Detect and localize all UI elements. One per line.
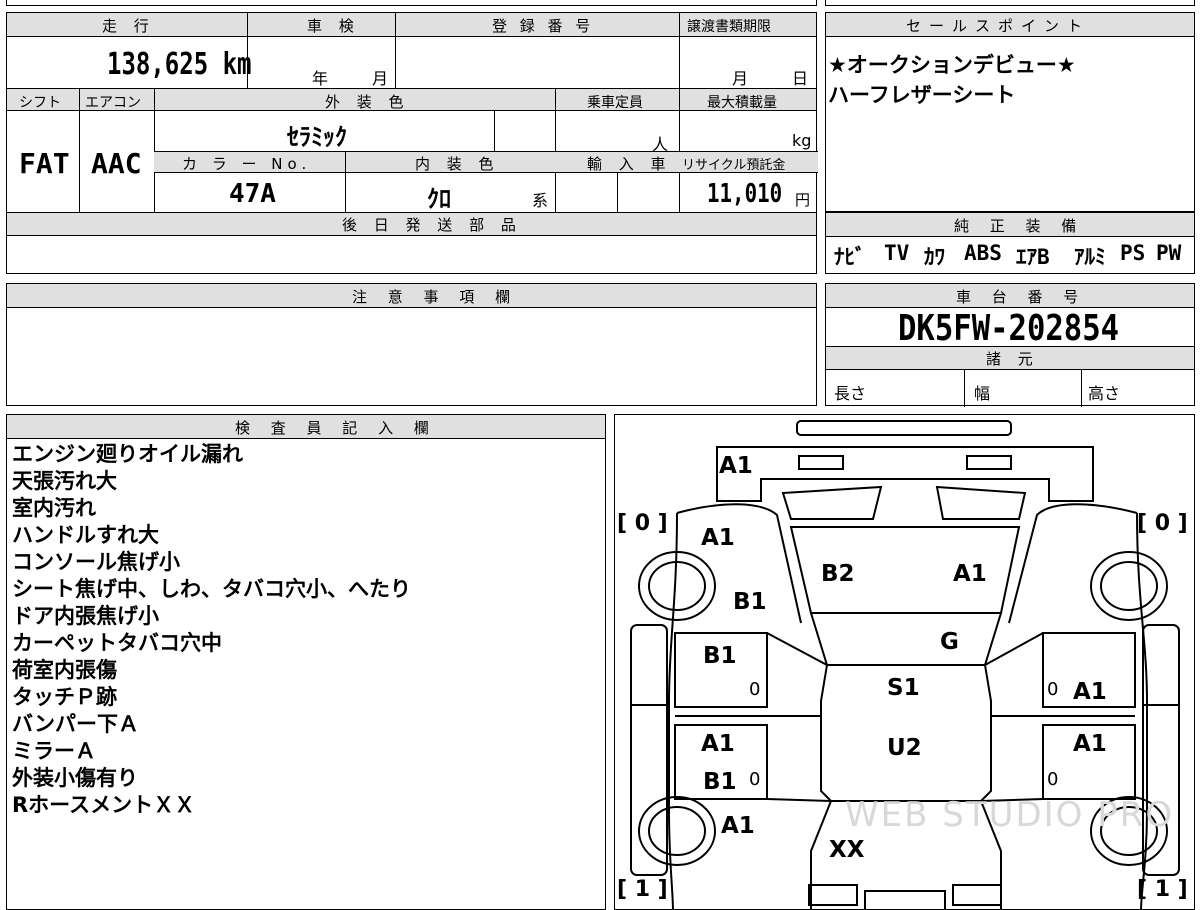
equipment-item: PS: [1120, 241, 1146, 265]
chassis-number: DK5FW-202854: [898, 308, 1120, 349]
interior-color-label: 内 装 色: [415, 155, 500, 173]
inspector-notes-box: 検 査 員 記 入 欄 エンジン廻りオイル漏れ 天張汚れ大 室内汚れ ハンドルす…: [6, 414, 606, 910]
transfer-month-unit: 月: [732, 69, 749, 88]
sales-point-label: セールスポイント: [906, 17, 1091, 35]
genuine-equipment-box: 純 正 装 備 ﾅﾋﾞ TV ｶﾜ ABS ｴｱB ｱﾙﾐ PS PW: [825, 212, 1195, 274]
top-cropped-row: [6, 0, 817, 6]
damage-door-rear-left: A1: [701, 731, 735, 757]
inspection-note: ハンドルすれ大: [12, 523, 159, 547]
damage-quarter-rear-left: A1: [721, 813, 755, 839]
recycle-deposit-value: 11,010: [707, 179, 783, 209]
equipment-item: ﾅﾋﾞ: [834, 245, 866, 269]
ac-value: AAC: [91, 147, 142, 180]
registration-label: 登 録 番 号: [492, 17, 595, 35]
shift-value: FAT: [19, 147, 70, 180]
equipment-item: ABS: [964, 241, 1002, 265]
caution-box: 注 意 事 項 欄: [6, 283, 817, 406]
damage-door-front-left: B1: [703, 643, 737, 669]
inspection-note: 外装小傷有り: [12, 766, 138, 790]
equipment-item: TV: [884, 241, 910, 265]
diagram-watermark: WEB STUDIO PRO: [845, 795, 1175, 835]
inspection-note: タッチＰ跡: [12, 685, 117, 709]
ac-label: エアコン: [85, 95, 141, 111]
equipment-item: PW: [1156, 241, 1182, 265]
inspection-label: 車 検: [307, 17, 360, 35]
inspection-note: バンパー下Ａ: [12, 712, 140, 736]
damage-hood-left: B2: [821, 561, 855, 587]
inspection-note: RホースメントＸＸ: [12, 793, 196, 817]
tire-tread-front-right: [ 0 ]: [1137, 511, 1188, 536]
capacity-label: 乗車定員: [587, 95, 643, 111]
inspection-month-unit: 月: [372, 69, 389, 88]
interior-color-suffix: 系: [532, 191, 549, 210]
inspection-note: ドア内張焦げ小: [12, 604, 159, 628]
damage-front-fender-left-lower: B1: [733, 589, 767, 615]
chassis-label: 車 台 番 号: [956, 288, 1087, 306]
shift-label: シフト: [19, 95, 61, 111]
inspection-note: 荷室内張傷: [12, 658, 117, 682]
equipment-item: ｶﾜ: [924, 245, 945, 269]
caution-label: 注 意 事 項 欄: [352, 288, 519, 306]
color-no-value: 47A: [229, 179, 276, 209]
top-cropped-right: [825, 0, 1195, 6]
max-load-label: 最大積載量: [707, 95, 777, 111]
color-no-label: カ ラ ー No.: [182, 155, 312, 173]
mileage-value: 138,625 km: [107, 47, 252, 82]
damage-trunk: XX: [829, 837, 865, 863]
recycle-deposit-unit: 円: [795, 191, 811, 209]
inspection-note: 室内汚れ: [12, 496, 96, 520]
tire-tread-front-left: [ 0 ]: [617, 511, 668, 536]
sales-point-box: セールスポイント ★オークションデビュー★ ハーフレザーシート: [825, 12, 1195, 212]
chassis-box: 車 台 番 号 DK5FW-202854 諸 元 長さ 幅 高さ: [825, 283, 1195, 407]
inspection-note: エンジン廻りオイル漏れ: [12, 442, 243, 466]
tire-tread-rear-left: [ 1 ]: [617, 877, 668, 902]
car-damage-diagram: WEB STUDIO PRO [ 0 ] [ 0 ] [ 1 ] [ 1 ] A…: [614, 414, 1195, 910]
sales-point-line-1: ★オークションデビュー★: [828, 53, 1076, 77]
equipment-item: ｴｱB: [1016, 245, 1050, 269]
inspection-note: カーペットタバコ穴中: [12, 631, 222, 655]
sales-point-line-2: ハーフレザーシート: [828, 83, 1016, 107]
inspection-note: シート焦げ中、しわ、タバコ穴小、へたり: [12, 577, 411, 601]
damage-door-rear-right-zero: 0: [1047, 769, 1059, 790]
width-label: 幅: [974, 384, 991, 403]
inspection-year-unit: 年: [312, 69, 329, 88]
height-label: 高さ: [1088, 384, 1121, 403]
exterior-color-label: 外 装 色: [325, 93, 410, 111]
damage-hood-right: A1: [953, 561, 987, 587]
damage-roof-front: S1: [887, 675, 920, 701]
damage-door-front-left-zero: 0: [749, 679, 761, 700]
import-label: 輸 入 車: [587, 155, 672, 173]
inspector-notes-label: 検 査 員 記 入 欄: [235, 419, 437, 437]
tire-tread-rear-right: [ 1 ]: [1137, 877, 1188, 902]
damage-front-bumper: A1: [719, 453, 753, 479]
mileage-label: 走 行: [102, 17, 155, 35]
transfer-deadline-label: 譲渡書類期限: [687, 19, 771, 35]
length-label: 長さ: [834, 384, 867, 403]
later-parts-label: 後 日 発 送 部 品: [342, 216, 522, 234]
damage-door-rear-left-zero: 0: [749, 769, 761, 790]
genuine-equipment-label: 純 正 装 備: [954, 217, 1085, 235]
damage-door-rear-right: A1: [1073, 731, 1107, 757]
damage-door-rear-left-lower: B1: [703, 769, 737, 795]
damage-windshield: G: [940, 629, 959, 655]
damage-door-front-right: A1: [1073, 679, 1107, 705]
transfer-day-unit: 日: [792, 69, 809, 88]
equipment-item: ｱﾙﾐ: [1074, 245, 1106, 269]
exterior-color-value: ｾﾗﾐｯｸ: [287, 123, 347, 151]
damage-roof-rear: U2: [887, 735, 922, 761]
spec-label: 諸 元: [986, 350, 1039, 368]
inspection-note: コンソール焦げ小: [12, 550, 180, 574]
interior-color-value: ｸﾛ: [427, 185, 451, 213]
vehicle-info-table: 走 行 車 検 登 録 番 号 譲渡書類期限 138,625 km 年 月 月 …: [6, 12, 818, 274]
recycle-deposit-label: リサイクル預託金: [682, 158, 786, 173]
inspection-note: ミラーＡ: [12, 739, 96, 763]
damage-door-front-right-zero: 0: [1047, 679, 1059, 700]
damage-front-fender-left: A1: [701, 525, 735, 551]
inspection-note: 天張汚れ大: [12, 469, 117, 493]
max-load-unit: kg: [792, 131, 812, 150]
